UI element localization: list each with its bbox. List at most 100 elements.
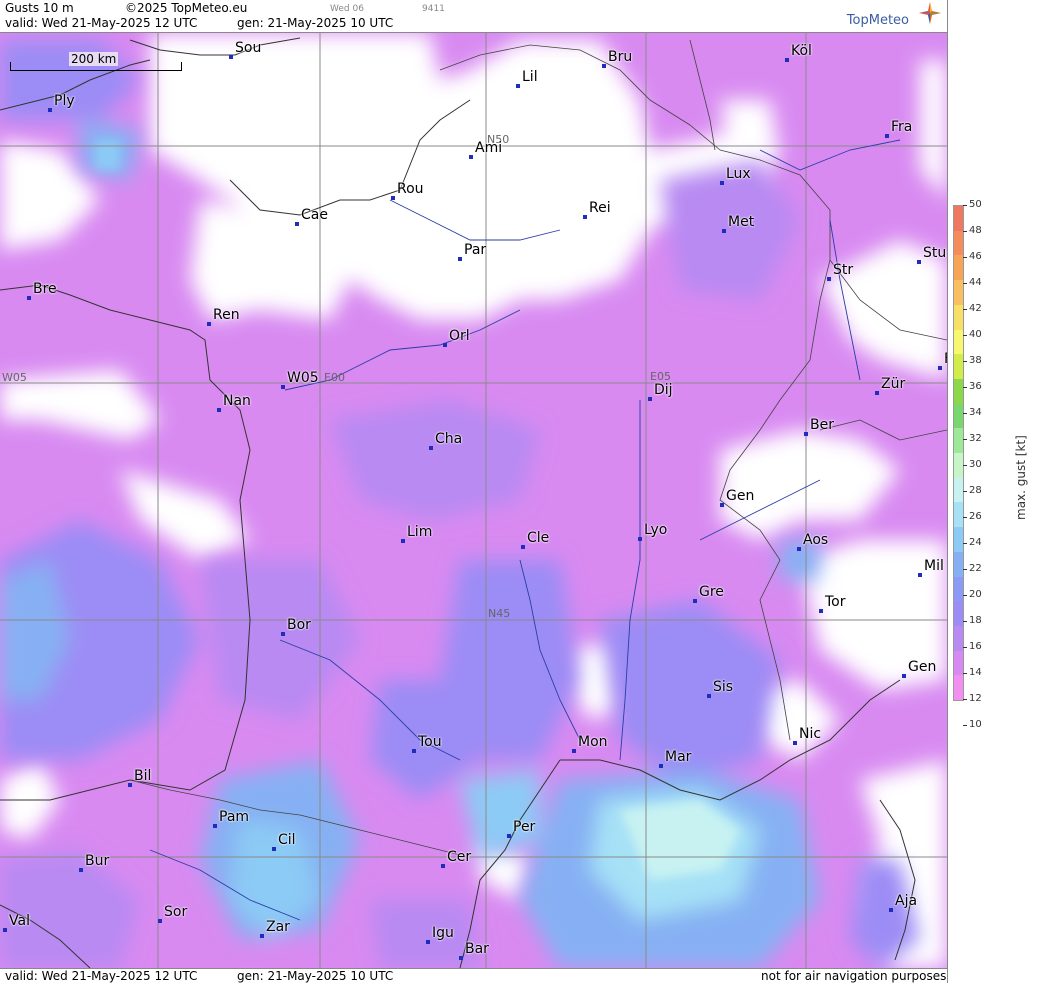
scale-bar-label: 200 km (69, 52, 119, 66)
city-marker (902, 674, 906, 678)
color-scale-segment (954, 601, 963, 627)
city-marker (441, 864, 445, 868)
color-scale-tick-label: 46 (969, 251, 982, 262)
city-marker (429, 446, 433, 450)
city-marker (459, 956, 463, 960)
color-scale-tick-label: 38 (969, 355, 982, 366)
color-scale-tick-mark (963, 283, 967, 284)
city-label: Mar (665, 749, 692, 765)
city-label: Bor (287, 617, 311, 633)
city-marker (458, 257, 462, 261)
city-marker (469, 155, 473, 159)
color-scale-tick-mark (963, 491, 967, 492)
city-label: Bru (608, 49, 633, 65)
city-marker (938, 366, 942, 370)
city-label: Bar (465, 941, 489, 957)
city-marker (827, 277, 831, 281)
city-label: Cil (278, 832, 296, 848)
city-marker (720, 503, 724, 507)
city-label: Bre (33, 281, 57, 297)
city-marker (158, 919, 162, 923)
color-scale-segment (954, 255, 963, 281)
city-marker (583, 215, 587, 219)
color-scale-segment (954, 527, 963, 553)
city-marker (443, 343, 447, 347)
city-marker (707, 694, 711, 698)
city-label: Stu (923, 245, 947, 261)
city-label: Ber (810, 417, 834, 433)
map-footer: valid: Wed 21-May-2025 12 UTC gen: 21-Ma… (0, 968, 947, 984)
color-scale-tick-mark (963, 569, 967, 570)
city-marker (281, 385, 285, 389)
city-label: Str (833, 262, 854, 278)
city-marker (804, 432, 808, 436)
color-scale-segment (954, 378, 963, 405)
gust-map[interactable]: 200 km N50 N45 W05 E00 E05 Sou Bru Köl Ply L… (0, 33, 947, 968)
color-scale-tick-label: 18 (969, 615, 982, 626)
color-scale-tick-mark (963, 439, 967, 440)
city-label: Rou (397, 181, 424, 197)
city-marker (797, 547, 801, 551)
color-scale-segment (954, 453, 963, 479)
run-code: 9411 (422, 4, 445, 14)
color-scale-segment (954, 428, 963, 454)
color-scale-segment (954, 625, 963, 652)
city-label: Tou (418, 734, 442, 750)
city-marker (720, 181, 724, 185)
city-label: Par (464, 242, 487, 258)
city-marker (260, 934, 264, 938)
color-scale-tick-label: 22 (969, 563, 982, 574)
city-marker (391, 196, 395, 200)
city-marker (722, 229, 726, 233)
color-scale-tick-mark (963, 725, 967, 726)
color-scale-segment (954, 502, 963, 528)
color-scale-segment (954, 551, 963, 577)
city-label: Zür (881, 376, 906, 392)
city-label: Fra (891, 119, 913, 135)
color-scale-segment (954, 576, 963, 602)
city-marker (875, 391, 879, 395)
grid-label-e00: E00 (324, 371, 345, 384)
legend-title: max. gust [kt] (1014, 435, 1028, 520)
color-scale-tick-label: 36 (969, 381, 982, 392)
color-scale-tick-label: 16 (969, 641, 982, 652)
city-marker (917, 260, 921, 264)
color-scale-tick-label: 34 (969, 407, 982, 418)
color-scale-segment (954, 206, 963, 232)
city-label: Sou (235, 40, 262, 56)
color-scale-tick-mark (963, 257, 967, 258)
city-label: Cer (447, 849, 472, 865)
color-scale-tick-label: 14 (969, 667, 982, 678)
city-label: Sis (713, 679, 734, 695)
city-label: Per (513, 819, 536, 835)
color-scale-segment (954, 675, 963, 701)
color-scale-tick-mark (963, 699, 967, 700)
city-marker (648, 397, 652, 401)
city-marker (659, 764, 663, 768)
city-label: Nan (223, 393, 251, 409)
city-label: Met (728, 214, 755, 230)
city-label: Mon (578, 734, 608, 750)
valid-time: valid: Wed 21-May-2025 12 UTC (5, 16, 198, 30)
city-label: Bil (134, 768, 152, 784)
color-scale-segment (954, 477, 963, 503)
city-marker (48, 108, 52, 112)
run-day: Wed 06 (330, 4, 364, 14)
city-label: Aja (895, 893, 918, 909)
topmeteo-logo: TopMeteo (846, 13, 909, 28)
city-label: W05 (287, 370, 319, 386)
city-label: Mil (924, 558, 944, 574)
city-marker (693, 599, 697, 603)
city-marker (281, 632, 285, 636)
color-scale-tick-mark (963, 543, 967, 544)
color-scale-tick-mark (963, 517, 967, 518)
color-scale-segment (954, 403, 963, 429)
generated-time: gen: 21-May-2025 10 UTC (237, 16, 394, 30)
city-marker (128, 783, 132, 787)
city-label: Nic (799, 726, 822, 742)
color-scale-tick-mark (963, 413, 967, 414)
city-marker (229, 55, 233, 59)
city-marker (638, 537, 642, 541)
city-label: Sor (164, 904, 188, 920)
city-label: Igu (432, 925, 454, 941)
